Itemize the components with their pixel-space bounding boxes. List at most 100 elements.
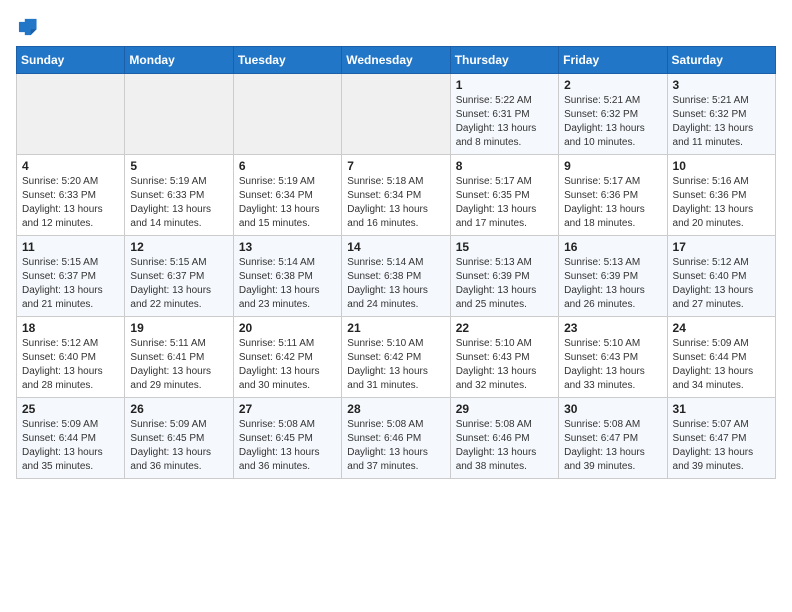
- day-info: Sunset: 6:34 PM: [347, 189, 444, 203]
- day-number: 23: [564, 321, 661, 335]
- logo-icon: [16, 16, 38, 38]
- day-info: and 39 minutes.: [564, 460, 661, 474]
- weekday-header: Friday: [559, 47, 667, 74]
- logo: [16, 16, 42, 38]
- day-info: Sunrise: 5:11 AM: [130, 337, 227, 351]
- day-info: Daylight: 13 hours: [22, 284, 119, 298]
- day-info: and 25 minutes.: [456, 298, 553, 312]
- day-info: and 21 minutes.: [22, 298, 119, 312]
- day-number: 27: [239, 402, 336, 416]
- day-info: and 17 minutes.: [456, 217, 553, 231]
- day-info: Sunset: 6:44 PM: [673, 351, 770, 365]
- day-info: Sunset: 6:34 PM: [239, 189, 336, 203]
- calendar-cell: 28Sunrise: 5:08 AMSunset: 6:46 PMDayligh…: [342, 398, 450, 479]
- day-info: Sunrise: 5:17 AM: [456, 175, 553, 189]
- calendar-cell: 24 Sunrise: 5:09 AMSunset: 6:44 PMDayligh…: [667, 317, 775, 398]
- day-info: Sunset: 6:32 PM: [673, 108, 770, 122]
- day-info: Sunset: 6:46 PM: [347, 432, 444, 446]
- day-info: Daylight: 13 hours: [456, 365, 553, 379]
- calendar-cell: 22 Sunrise: 5:10 AMSunset: 6:43 PMDayligh…: [450, 317, 558, 398]
- day-info: and 24 minutes.: [347, 298, 444, 312]
- day-number: 25: [22, 402, 119, 416]
- day-info: and 39 minutes.: [673, 460, 770, 474]
- weekday-header: Tuesday: [233, 47, 341, 74]
- day-info: Daylight: 13 hours: [564, 203, 661, 217]
- calendar-week-row: 1Sunrise: 5:22 AMSunset: 6:31 PMDaylight…: [17, 74, 776, 155]
- calendar-week-row: 11Sunrise: 5:15 AMSunset: 6:37 PMDayligh…: [17, 236, 776, 317]
- day-info: Sunrise: 5:09 AM: [673, 337, 770, 351]
- day-number: 8: [456, 159, 553, 173]
- day-number: 18: [22, 321, 119, 335]
- day-info: and 33 minutes.: [564, 379, 661, 393]
- calendar-cell: 13Sunrise: 5:14 AMSunset: 6:38 PMDayligh…: [233, 236, 341, 317]
- day-info: Sunrise: 5:10 AM: [456, 337, 553, 351]
- day-info: Daylight: 13 hours: [347, 203, 444, 217]
- day-info: Sunrise: 5:07 AM: [673, 418, 770, 432]
- day-info: and 36 minutes.: [130, 460, 227, 474]
- calendar-cell: 20Sunrise: 5:11 AMSunset: 6:42 PMDayligh…: [233, 317, 341, 398]
- day-number: 9: [564, 159, 661, 173]
- day-info: Sunset: 6:41 PM: [130, 351, 227, 365]
- day-number: 1: [456, 78, 553, 92]
- day-info: Sunrise: 5:08 AM: [347, 418, 444, 432]
- day-info: Sunrise: 5:10 AM: [564, 337, 661, 351]
- day-info: Sunrise: 5:13 AM: [564, 256, 661, 270]
- calendar-cell: 11Sunrise: 5:15 AMSunset: 6:37 PMDayligh…: [17, 236, 125, 317]
- day-info: Daylight: 13 hours: [130, 365, 227, 379]
- day-info: Sunset: 6:45 PM: [239, 432, 336, 446]
- day-info: Sunset: 6:35 PM: [456, 189, 553, 203]
- calendar-cell: [17, 74, 125, 155]
- day-info: Sunset: 6:36 PM: [564, 189, 661, 203]
- day-info: Sunrise: 5:19 AM: [239, 175, 336, 189]
- day-info: and 36 minutes.: [239, 460, 336, 474]
- calendar-cell: 17Sunrise: 5:12 AMSunset: 6:40 PMDayligh…: [667, 236, 775, 317]
- day-info: Sunset: 6:47 PM: [564, 432, 661, 446]
- day-info: Sunset: 6:46 PM: [456, 432, 553, 446]
- day-info: Sunset: 6:37 PM: [22, 270, 119, 284]
- day-info: and 22 minutes.: [130, 298, 227, 312]
- day-number: 19: [130, 321, 227, 335]
- calendar-cell: 7Sunrise: 5:18 AMSunset: 6:34 PMDaylight…: [342, 155, 450, 236]
- day-info: Daylight: 13 hours: [347, 365, 444, 379]
- day-info: Sunrise: 5:09 AM: [22, 418, 119, 432]
- day-info: Daylight: 13 hours: [239, 446, 336, 460]
- day-number: 14: [347, 240, 444, 254]
- day-info: Daylight: 13 hours: [564, 122, 661, 136]
- day-info: Sunrise: 5:21 AM: [564, 94, 661, 108]
- day-info: Sunrise: 5:19 AM: [130, 175, 227, 189]
- day-info: Sunset: 6:39 PM: [564, 270, 661, 284]
- calendar-cell: 1Sunrise: 5:22 AMSunset: 6:31 PMDaylight…: [450, 74, 558, 155]
- day-info: Sunrise: 5:21 AM: [673, 94, 770, 108]
- day-number: 24: [673, 321, 770, 335]
- day-info: Daylight: 13 hours: [456, 203, 553, 217]
- day-info: Daylight: 13 hours: [673, 365, 770, 379]
- day-info: Sunrise: 5:08 AM: [239, 418, 336, 432]
- day-number: 2: [564, 78, 661, 92]
- day-info: Daylight: 13 hours: [239, 284, 336, 298]
- calendar-cell: 25Sunrise: 5:09 AMSunset: 6:44 PMDayligh…: [17, 398, 125, 479]
- day-info: Daylight: 13 hours: [456, 284, 553, 298]
- day-number: 22: [456, 321, 553, 335]
- day-info: Sunset: 6:42 PM: [239, 351, 336, 365]
- calendar-cell: 2Sunrise: 5:21 AMSunset: 6:32 PMDaylight…: [559, 74, 667, 155]
- day-info: Sunset: 6:45 PM: [130, 432, 227, 446]
- calendar-week-row: 18Sunrise: 5:12 AMSunset: 6:40 PMDayligh…: [17, 317, 776, 398]
- calendar-cell: 30Sunrise: 5:08 AMSunset: 6:47 PMDayligh…: [559, 398, 667, 479]
- day-info: Daylight: 13 hours: [347, 446, 444, 460]
- day-info: Sunset: 6:43 PM: [456, 351, 553, 365]
- day-info: and 11 minutes.: [673, 136, 770, 150]
- day-info: Sunrise: 5:14 AM: [347, 256, 444, 270]
- day-info: and 8 minutes.: [456, 136, 553, 150]
- day-number: 31: [673, 402, 770, 416]
- calendar-cell: 5Sunrise: 5:19 AMSunset: 6:33 PMDaylight…: [125, 155, 233, 236]
- calendar-week-row: 4Sunrise: 5:20 AMSunset: 6:33 PMDaylight…: [17, 155, 776, 236]
- day-number: 29: [456, 402, 553, 416]
- day-info: Sunrise: 5:22 AM: [456, 94, 553, 108]
- day-info: Daylight: 13 hours: [673, 122, 770, 136]
- calendar-cell: [125, 74, 233, 155]
- day-info: Sunset: 6:33 PM: [130, 189, 227, 203]
- day-info: Daylight: 13 hours: [564, 446, 661, 460]
- day-info: and 18 minutes.: [564, 217, 661, 231]
- calendar-cell: 9Sunrise: 5:17 AMSunset: 6:36 PMDaylight…: [559, 155, 667, 236]
- calendar-cell: 23Sunrise: 5:10 AMSunset: 6:43 PMDayligh…: [559, 317, 667, 398]
